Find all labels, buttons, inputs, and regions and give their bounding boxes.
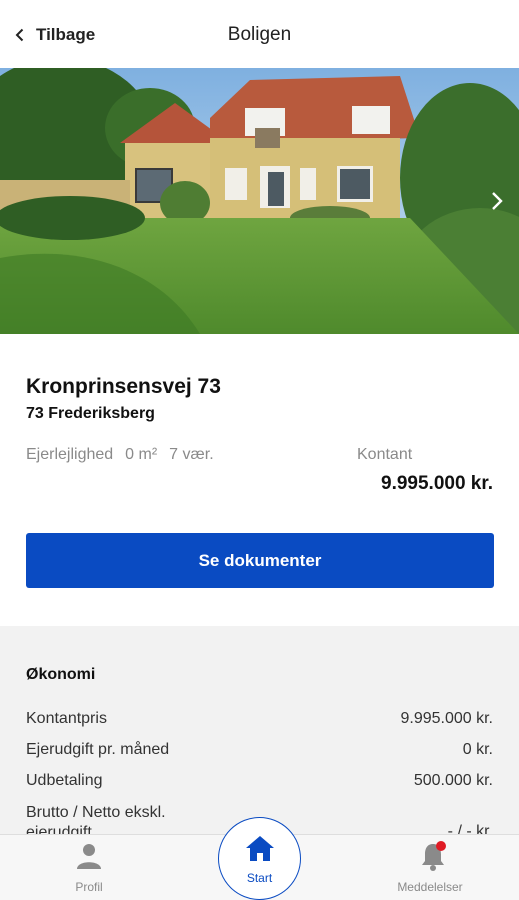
tab-meddelelser[interactable]: Meddelelser: [370, 841, 490, 894]
tab-start[interactable]: Start: [218, 817, 301, 900]
economy-row-label: Ejerudgift pr. måned: [26, 741, 170, 758]
property-area: 0 m²: [125, 446, 158, 463]
chevron-right-icon: [492, 192, 503, 210]
property-address: Kronprinsensvej 73: [26, 375, 221, 398]
economy-row: Kontantpris 9.995.000 kr.: [26, 710, 493, 728]
economy-row-value: 0 kr.: [462, 741, 493, 758]
property-type: Ejerlejlighed: [26, 446, 114, 463]
price-value: 9.995.000 kr.: [381, 473, 493, 494]
tab-profil[interactable]: Profil: [29, 841, 149, 894]
notification-badge: [436, 841, 446, 851]
page-title: Boligen: [227, 24, 292, 45]
economy-row: Udbetaling 500.000 kr.: [26, 772, 493, 790]
home-icon: [245, 836, 274, 861]
economy-section: Økonomi Kontantpris 9.995.000 kr. Ejerud…: [0, 626, 519, 836]
tab-meddelelser-label: Meddelelser: [397, 880, 463, 894]
person-icon: [77, 844, 101, 869]
tab-profil-label: Profil: [75, 880, 103, 894]
see-documents-button[interactable]: Se dokumenter: [26, 533, 494, 588]
economy-row-value: 9.995.000 kr.: [400, 710, 493, 727]
property-rooms: 7 vær.: [169, 446, 214, 463]
price-label: Kontant: [357, 446, 413, 463]
economy-row-label: Brutto / Netto ekskl. ejerudgift: [26, 804, 166, 836]
economy-row-label: Udbetaling: [26, 772, 103, 789]
economy-row-value: 500.000 kr.: [413, 772, 493, 789]
house-photo-image: [0, 68, 519, 334]
property-meta: Ejerlejlighed 0 m² 7 vær.: [26, 446, 214, 464]
economy-title: Økonomi: [26, 666, 96, 683]
top-bar: Tilbage Boligen: [0, 0, 519, 68]
property-info: Kronprinsensvej 73 73 Frederiksberg Ejer…: [0, 334, 519, 626]
economy-row-label: Kontantpris: [26, 710, 107, 727]
property-city: 73 Frederiksberg: [26, 405, 155, 422]
property-photo[interactable]: [0, 68, 519, 334]
next-image-button[interactable]: [485, 186, 509, 216]
economy-row: Ejerudgift pr. måned 0 kr.: [26, 741, 493, 759]
tab-start-label: Start: [246, 871, 273, 885]
